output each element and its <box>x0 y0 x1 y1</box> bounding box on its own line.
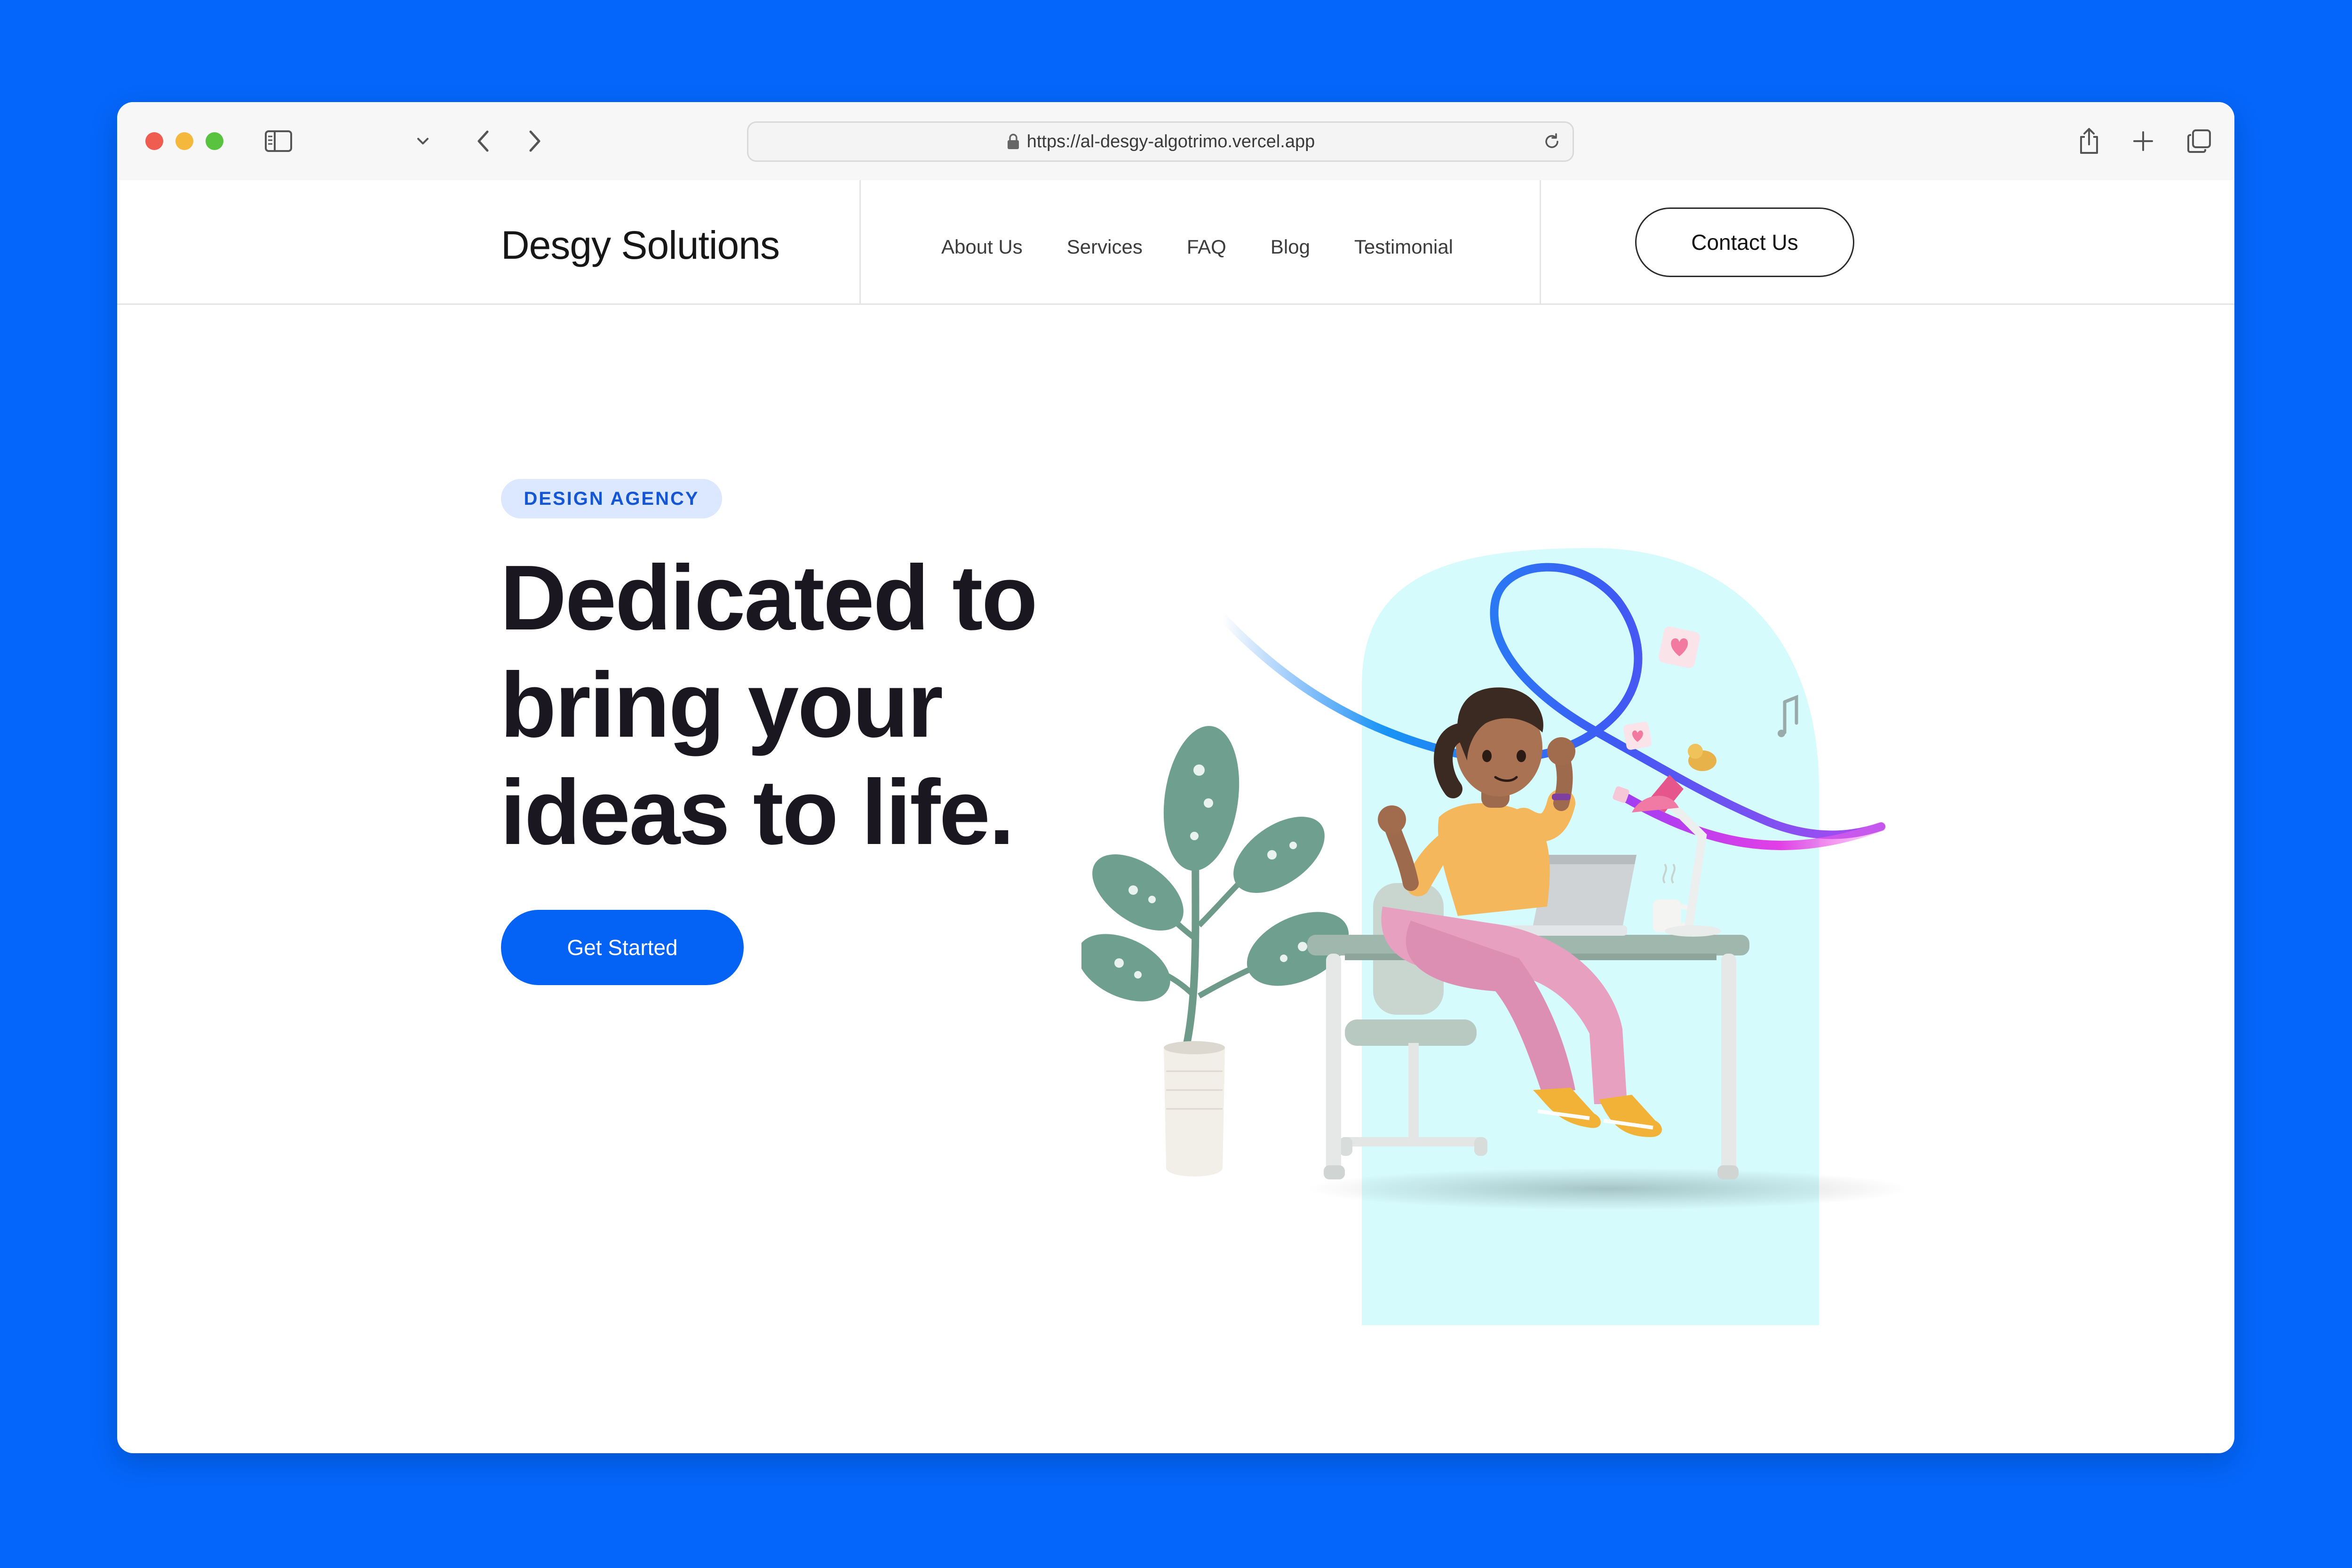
nav-services[interactable]: Services <box>1067 236 1143 258</box>
hero-headline-line: bring your <box>500 653 943 756</box>
hero-headline: Dedicated to bring your ideas to life. <box>500 544 1159 866</box>
share-icon[interactable] <box>2069 121 2109 161</box>
main-nav: About Us Services FAQ Blog Testimonial <box>941 236 1453 258</box>
hero-headline-line: ideas to life. <box>500 761 1015 864</box>
forward-arrow-icon[interactable] <box>515 121 555 161</box>
hero-illustration <box>1081 548 1909 1325</box>
new-tab-plus-icon[interactable] <box>2123 121 2163 161</box>
header-divider <box>859 180 861 303</box>
header-divider <box>1540 180 1541 303</box>
sidebar-toggle-icon[interactable] <box>258 121 299 161</box>
lock-icon <box>1006 133 1020 151</box>
nav-blog[interactable]: Blog <box>1271 236 1310 258</box>
nav-testimonial[interactable]: Testimonial <box>1354 236 1453 258</box>
address-bar[interactable]: https://al-desgy-algotrimo.vercel.app <box>747 121 1574 162</box>
site-header: Desgy Solutions About Us Services FAQ Bl… <box>117 180 2234 305</box>
url-text: https://al-desgy-algotrimo.vercel.app <box>1026 131 1315 151</box>
heart-icon <box>1623 722 1652 750</box>
brand-logo-text[interactable]: Desgy Solutions <box>501 223 780 268</box>
browser-window: https://al-desgy-algotrimo.vercel.app De… <box>117 102 2234 1453</box>
floor-shadow <box>1307 1168 1909 1210</box>
contact-us-button[interactable]: Contact Us <box>1635 207 1854 277</box>
tab-overview-icon[interactable] <box>2179 121 2219 161</box>
category-badge: DESIGN AGENCY <box>501 479 722 518</box>
close-window-button[interactable] <box>145 132 163 150</box>
maximize-window-button[interactable] <box>206 132 223 150</box>
heart-icon <box>1658 626 1700 669</box>
back-arrow-icon[interactable] <box>463 121 503 161</box>
nav-faq[interactable]: FAQ <box>1187 236 1226 258</box>
browser-toolbar: https://al-desgy-algotrimo.vercel.app <box>117 102 2234 180</box>
chevron-down-icon[interactable] <box>413 121 432 161</box>
hero-headline-line: Dedicated to <box>500 546 1038 649</box>
minimize-window-button[interactable] <box>175 132 193 150</box>
nav-about-us[interactable]: About Us <box>941 236 1023 258</box>
reload-icon[interactable] <box>1542 131 1562 152</box>
get-started-button[interactable]: Get Started <box>501 910 744 985</box>
